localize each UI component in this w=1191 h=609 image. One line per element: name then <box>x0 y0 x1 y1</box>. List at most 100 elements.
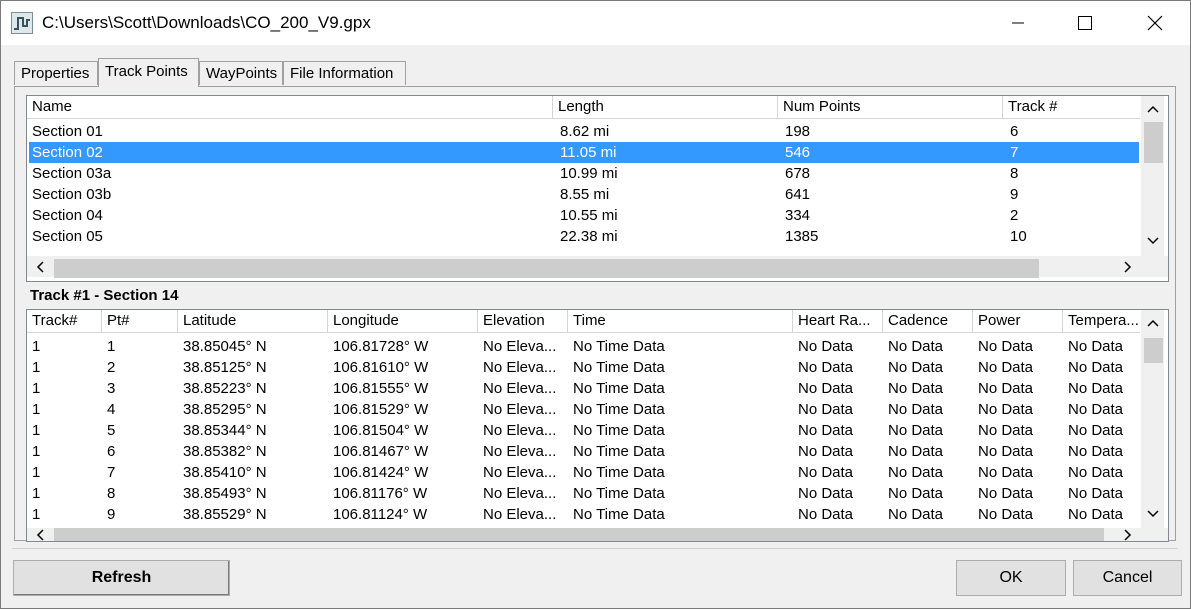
table-cell: No Data <box>798 338 854 355</box>
partial-row-text <box>32 247 112 255</box>
maximize-button[interactable] <box>1062 2 1108 44</box>
table-row[interactable]: 1 1 38.85045° N 106.81728° W No Eleva... No T… <box>27 336 1140 357</box>
track-points-list[interactable]: Track# Pt# Latitude Longitude Elevation … <box>26 309 1169 542</box>
table-row[interactable]: 1 5 38.85344° N 106.81504° W No Eleva... No T… <box>27 420 1140 441</box>
refresh-button[interactable]: Refresh <box>13 560 230 596</box>
table-cell: No Data <box>1068 443 1124 460</box>
table-row[interactable]: Section 05 22.38 mi 1385 10 <box>29 226 1139 247</box>
scroll-down-button[interactable] <box>1141 503 1164 524</box>
table-row[interactable]: Section 02 11.05 mi 546 7 <box>29 142 1139 163</box>
table-row[interactable]: 1 9 38.85529° N 106.81124° W No Eleva... No T… <box>27 504 1140 525</box>
table-cell: No Data <box>888 506 944 523</box>
tracks-horizontal-scrollbar[interactable] <box>27 256 1168 278</box>
table-cell: No Data <box>798 485 854 502</box>
table-cell: 334 <box>785 207 811 224</box>
table-row[interactable]: 1 6 38.85382° N 106.81467° W No Eleva... No T… <box>27 441 1140 462</box>
table-cell: No Time Data <box>573 338 665 355</box>
table-cell: 3 <box>107 380 116 397</box>
table-cell: 106.81504° W <box>333 422 429 439</box>
table-cell: 1 <box>32 506 41 523</box>
table-cell: No Data <box>798 506 854 523</box>
tracks-vertical-scroll-thumb[interactable] <box>1144 122 1163 163</box>
table-row[interactable]: Section 03b 8.55 mi 641 9 <box>29 184 1139 205</box>
scroll-up-button[interactable] <box>1141 312 1164 333</box>
table-cell: No Data <box>888 443 944 460</box>
table-row[interactable]: 1 8 38.85493° N 106.81176° W No Eleva... No T… <box>27 483 1140 504</box>
table-cell: 106.81529° W <box>333 401 429 418</box>
column-header-heart-rate[interactable]: Heart Ra... <box>793 310 883 332</box>
scroll-down-button[interactable] <box>1141 230 1164 251</box>
close-button[interactable] <box>1132 2 1178 44</box>
column-header-temperature[interactable]: Tempera... <box>1063 310 1140 332</box>
table-cell: 1 <box>32 443 41 460</box>
tracks-horizontal-scroll-thumb[interactable] <box>54 259 1039 278</box>
table-cell: 1 <box>32 485 41 502</box>
column-header-num-points[interactable]: Num Points <box>778 96 1003 118</box>
table-cell: No Eleva... <box>483 338 557 355</box>
table-cell: No Time Data <box>573 359 665 376</box>
table-row[interactable]: 1 4 38.85295° N 106.81529° W No Eleva... No T… <box>27 399 1140 420</box>
column-header-name[interactable]: Name <box>27 96 553 118</box>
list-item-partial <box>27 247 1139 255</box>
title-bar[interactable]: C:\Users\Scott\Downloads\CO_200_V9.gpx <box>1 1 1190 45</box>
table-cell: No Time Data <box>573 401 665 418</box>
column-header-elevation[interactable]: Elevation <box>478 310 568 332</box>
table-cell: No Eleva... <box>483 359 557 376</box>
table-row[interactable]: 1 7 38.85410° N 106.81424° W No Eleva... No T… <box>27 462 1140 483</box>
table-cell: 38.85344° N <box>183 422 267 439</box>
tracks-vertical-scrollbar[interactable] <box>1141 96 1164 256</box>
ok-button[interactable]: OK <box>956 560 1066 596</box>
column-header-point[interactable]: Pt# <box>102 310 178 332</box>
table-cell: No Data <box>1068 485 1124 502</box>
table-row[interactable]: Section 04 10.55 mi 334 2 <box>29 205 1139 226</box>
column-header-cadence[interactable]: Cadence <box>883 310 973 332</box>
tracks-list[interactable]: Name Length Num Points Track # Section 0… <box>26 95 1169 282</box>
table-cell: 1 <box>32 338 41 355</box>
points-vertical-scrollbar[interactable] <box>1141 310 1164 528</box>
column-header-latitude[interactable]: Latitude <box>178 310 328 332</box>
table-cell: 106.81176° W <box>333 485 428 502</box>
minimize-button[interactable] <box>995 2 1041 44</box>
table-row[interactable]: Section 01 8.62 mi 198 6 <box>29 121 1139 142</box>
table-row[interactable]: 1 2 38.85125° N 106.81610° W No Eleva... No T… <box>27 357 1140 378</box>
table-cell: No Data <box>888 464 944 481</box>
cancel-button[interactable]: Cancel <box>1073 560 1182 596</box>
table-cell: 9 <box>107 506 116 523</box>
table-cell: No Time Data <box>573 443 665 460</box>
column-header-length[interactable]: Length <box>553 96 778 118</box>
table-cell: No Data <box>978 401 1034 418</box>
scroll-right-button[interactable] <box>1117 256 1138 277</box>
table-cell: 7 <box>1010 144 1019 161</box>
scroll-left-button[interactable] <box>29 528 50 541</box>
table-row[interactable]: 1 3 38.85223° N 106.81555° W No Eleva... No T… <box>27 378 1140 399</box>
tab-properties[interactable]: Properties <box>14 61 98 85</box>
scroll-up-button[interactable] <box>1141 98 1164 119</box>
scroll-left-button[interactable] <box>29 256 50 277</box>
points-vertical-scroll-thumb[interactable] <box>1144 338 1163 363</box>
tab-track-points[interactable]: Track Points <box>98 58 199 87</box>
table-cell: No Data <box>888 485 944 502</box>
table-cell: 11.05 mi <box>560 144 617 161</box>
column-header-time[interactable]: Time <box>568 310 793 332</box>
table-cell: No Data <box>798 464 854 481</box>
table-cell: No Data <box>798 401 854 418</box>
table-cell: 7 <box>107 464 116 481</box>
table-cell: Section 03b <box>32 186 112 203</box>
table-cell: 8.62 mi <box>560 123 610 140</box>
chevron-left-icon <box>36 528 44 541</box>
tab-file-information[interactable]: File Information <box>283 61 406 85</box>
points-horizontal-scroll-thumb[interactable] <box>54 528 1104 541</box>
table-cell: 38.85493° N <box>183 485 267 502</box>
column-header-track-number[interactable]: Track # <box>1003 96 1140 118</box>
table-cell: 38.85223° N <box>183 380 267 397</box>
table-row[interactable]: Section 03a 10.99 mi 678 8 <box>29 163 1139 184</box>
table-cell: 38.85382° N <box>183 443 267 460</box>
tab-waypoints[interactable]: WayPoints <box>199 61 283 85</box>
column-header-longitude[interactable]: Longitude <box>328 310 478 332</box>
points-horizontal-scrollbar[interactable] <box>27 528 1168 541</box>
column-header-track[interactable]: Track# <box>27 310 102 332</box>
scroll-right-button[interactable] <box>1117 528 1138 541</box>
column-header-power[interactable]: Power <box>973 310 1063 332</box>
table-cell: No Data <box>978 359 1034 376</box>
table-cell: 38.85410° N <box>183 464 267 481</box>
